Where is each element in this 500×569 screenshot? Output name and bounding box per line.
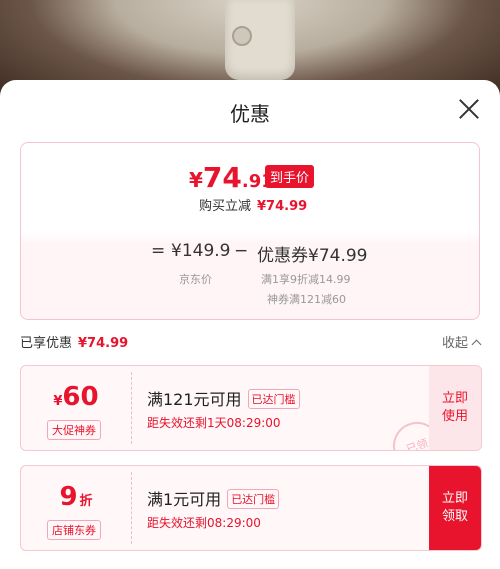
action-line-1: 立即 [441, 391, 468, 406]
action-line-2: 领取 [441, 509, 468, 524]
action-line-1: 立即 [441, 491, 468, 506]
coupon-value-number: 9 [59, 482, 78, 512]
chevron-up-icon [471, 339, 482, 350]
enjoyed-discount: 已享优惠 ¥74.99 [20, 332, 128, 351]
coupon-detail-1: 满1享9折减14.99 [261, 273, 351, 286]
coupon-type-tag: 店铺东券 [47, 520, 101, 540]
collapse-label: 收起 [441, 336, 468, 351]
coupon-condition: 满121元可用 已达门槛 [147, 386, 300, 411]
use-coupon-button[interactable]: 立即 使用 [429, 366, 481, 450]
formula-equals: = [151, 241, 166, 261]
coupon-value-number: 60 [62, 382, 99, 412]
coupon-value-unit: 折 [79, 494, 93, 509]
claim-coupon-button[interactable]: 立即 领取 [429, 466, 481, 550]
original-price-label: 京东价 [179, 273, 212, 286]
final-price: ¥74.91 [189, 161, 274, 194]
price-summary-card: ¥74.91 到手价 购买立减 ¥74.99 = ¥149.9 − 优惠券¥74.… [20, 142, 480, 320]
final-price-badge: 到手价 [265, 165, 315, 188]
price-integer: 74 [202, 161, 242, 194]
coupon-detail-2: 神券满121减60 [267, 293, 346, 306]
coupon-condition-text: 满121元可用 [147, 390, 242, 409]
coupon-divider [131, 372, 132, 444]
threshold-met-badge: 已达门槛 [247, 389, 300, 409]
jacket-button [232, 26, 252, 46]
coupon-card: ¥60 大促神券 满121元可用 已达门槛 距失效还剩1天08:29:00 已领 … [20, 365, 482, 451]
coupon-expiry: 距失效还剩08:29:00 [147, 516, 261, 530]
coupon-condition-text: 满1元可用 [147, 490, 222, 509]
discount-sheet: 优惠 ¥74.91 到手价 购买立减 ¥74.99 = ¥149.9 − 优惠券¥… [0, 80, 500, 569]
coupon-value-panel: ¥60 大促神券 [21, 366, 131, 450]
close-icon[interactable] [458, 98, 480, 120]
enjoyed-label: 已享优惠 [20, 336, 73, 351]
coupon-value: 9折 [21, 482, 131, 512]
coupon-divider [131, 472, 132, 544]
coupon-card: 9折 店铺东券 满1元可用 已达门槛 距失效还剩08:29:00 立即领取 [20, 465, 482, 551]
collapse-toggle[interactable]: 收起 [441, 332, 482, 351]
price-symbol: ¥ [189, 168, 203, 192]
formula-minus: − [234, 241, 249, 261]
enjoyed-amount: ¥74.99 [78, 336, 129, 351]
coupon-condition: 满1元可用 已达门槛 [147, 486, 280, 511]
coupon-value-panel: 9折 店铺东券 [21, 466, 131, 550]
sheet-title: 优惠 [230, 102, 270, 126]
coupon-value: ¥60 [21, 382, 131, 412]
coupon-expiry: 距失效还剩1天08:29:00 [147, 416, 281, 430]
action-line-2: 使用 [441, 409, 468, 424]
original-price: ¥149.9 [171, 241, 231, 261]
reduce-line: 购买立减 ¥74.99 [199, 195, 307, 214]
reduce-label: 购买立减 [199, 199, 252, 214]
coupon-total: 优惠券¥74.99 [257, 246, 368, 266]
coupon-type-tag: 大促神券 [47, 420, 101, 440]
reduce-amount: ¥74.99 [257, 199, 308, 214]
threshold-met-badge: 已达门槛 [227, 489, 280, 509]
